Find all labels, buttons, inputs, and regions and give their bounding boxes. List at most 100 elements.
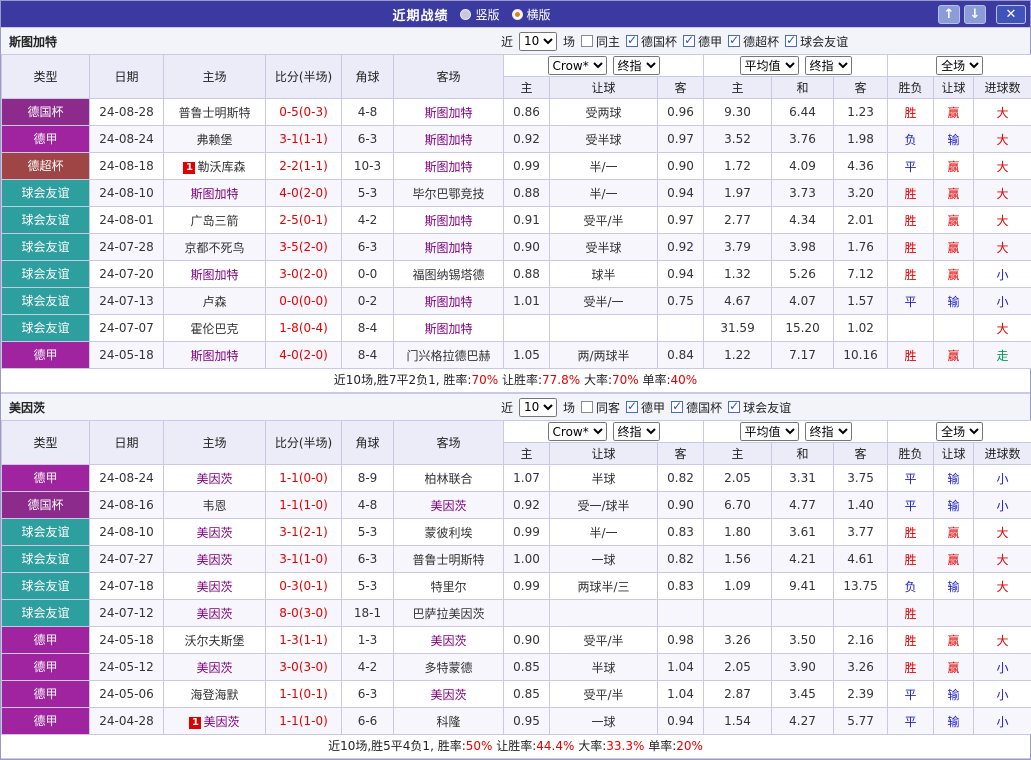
date-cell: 24-08-24: [90, 465, 164, 492]
corners-cell: 4-8: [342, 492, 394, 519]
average-odds-cell: 2.87: [704, 681, 772, 708]
odds-source-select[interactable]: 终指: [613, 56, 660, 75]
away-team-name: 毕尔巴鄂竞技: [412, 187, 484, 201]
away-team-cell: 斯图加特: [394, 207, 504, 234]
layout-radio-vertical[interactable]: 竖版: [460, 6, 499, 23]
result-cell: 大: [974, 519, 1031, 546]
corners-cell: 5-3: [342, 180, 394, 207]
league-filter-checkbox[interactable]: 球会友谊: [785, 33, 848, 50]
handicap-odds-cell: 受一/球半: [550, 492, 658, 519]
handicap-odds-cell: 半/一: [550, 180, 658, 207]
summary-text: 40%: [671, 373, 698, 387]
average-odds-cell: [704, 600, 772, 627]
match-count-select[interactable]: 10: [519, 32, 557, 51]
handicap-odds-cell: 0.94: [658, 708, 704, 735]
average-odds-cell: 13.75: [834, 573, 888, 600]
result-cell: 大: [974, 627, 1031, 654]
away-team-cell: 美因茨: [394, 492, 504, 519]
league-cell: 球会友谊: [2, 288, 90, 315]
away-team-name: 巴萨拉美因茨: [412, 607, 484, 621]
summary-text: 近10场,胜7平2负1, 胜率:: [334, 373, 472, 387]
average-odds-cell: 1.54: [704, 708, 772, 735]
match-count-select[interactable]: 10: [519, 398, 557, 417]
league-filter-checkbox[interactable]: 德超杯: [728, 33, 779, 50]
away-team-name: 柏林联合: [424, 472, 472, 486]
odds-group-header: 全场: [888, 421, 1031, 443]
away-team-name: 科隆: [436, 715, 460, 729]
odds-source-select[interactable]: 平均值: [740, 422, 799, 441]
average-odds-cell: 2.39: [834, 681, 888, 708]
odds-source-select[interactable]: Crow*: [548, 422, 607, 441]
result-cell: 走: [974, 342, 1031, 369]
recent-results-window: 近期战绩 竖版 横版 ↑ ↓ ✕ 斯图加特近10场同主德国杯德甲德超杯球会友谊类…: [0, 0, 1031, 760]
league-cell: 德甲: [2, 708, 90, 735]
checkbox-icon: [785, 35, 797, 47]
same-venue-checkbox[interactable]: 同客: [581, 399, 620, 416]
odds-source-select[interactable]: Crow*: [548, 56, 607, 75]
league-filter-checkbox[interactable]: 德甲: [683, 33, 722, 50]
home-team-name: 斯图加特: [190, 187, 238, 201]
league-badge: 球会友谊: [2, 600, 89, 626]
scroll-up-icon[interactable]: ↑: [938, 5, 960, 24]
checkbox-label: 德国杯: [641, 33, 677, 50]
layout-radio-horizontal[interactable]: 横版: [512, 6, 551, 23]
score-cell: 1-1(1-0): [266, 492, 342, 519]
handicap-odds-cell: 受半球: [550, 126, 658, 153]
odds-source-select[interactable]: 终指: [805, 422, 852, 441]
league-badge: 德甲: [2, 627, 89, 653]
result-cell: 平: [888, 492, 934, 519]
average-odds-cell: 1.98: [834, 126, 888, 153]
corners-cell: 10-3: [342, 153, 394, 180]
result-cell: 大: [974, 99, 1031, 126]
checkbox-icon: [626, 35, 638, 47]
odds-source-select[interactable]: 终指: [805, 56, 852, 75]
league-filter-checkbox[interactable]: 德国杯: [671, 399, 722, 416]
handicap-odds-cell: 0.90: [658, 492, 704, 519]
match-row: 德甲24-05-18斯图加特4-0(2-0)8-4门兴格拉德巴赫1.05两/两球…: [2, 342, 1031, 369]
average-odds-cell: 2.05: [704, 465, 772, 492]
handicap-odds-cell: 1.04: [658, 654, 704, 681]
average-odds-cell: 5.77: [834, 708, 888, 735]
checkbox-label: 德超杯: [743, 33, 779, 50]
result-cell: 小: [974, 708, 1031, 735]
scroll-down-icon[interactable]: ↓: [964, 5, 986, 24]
away-team-name: 美因茨: [430, 688, 466, 702]
home-team-cell: 斯图加特: [164, 342, 266, 369]
result-cell: 平: [888, 708, 934, 735]
odds-source-select[interactable]: 全场: [936, 422, 983, 441]
handicap-odds-cell: 半/一: [550, 519, 658, 546]
league-filter-checkbox[interactable]: 德甲: [626, 399, 665, 416]
average-odds-cell: 3.77: [834, 519, 888, 546]
subcolumn-header: 主: [504, 443, 550, 465]
subcolumn-header: 客: [658, 443, 704, 465]
result-cell: 负: [888, 126, 934, 153]
home-team-name: 美因茨: [196, 607, 232, 621]
date-cell: 24-07-07: [90, 315, 164, 342]
handicap-odds-cell: 0.83: [658, 573, 704, 600]
date-cell: 24-07-27: [90, 546, 164, 573]
handicap-odds-cell: 0.99: [504, 519, 550, 546]
result-cell: 输: [934, 492, 974, 519]
odds-source-select[interactable]: 平均值: [740, 56, 799, 75]
home-team-cell: 美因茨: [164, 654, 266, 681]
average-odds-cell: 2.05: [704, 654, 772, 681]
filter-suffix: 场: [563, 399, 575, 416]
odds-source-select[interactable]: 终指: [613, 422, 660, 441]
league-filter-checkbox[interactable]: 德国杯: [626, 33, 677, 50]
date-cell: 24-08-18: [90, 153, 164, 180]
handicap-odds-cell: 0.88: [504, 180, 550, 207]
average-odds-cell: 3.79: [704, 234, 772, 261]
match-row: 德超杯24-08-181勒沃库森2-2(1-1)10-3斯图加特0.99半/一0…: [2, 153, 1031, 180]
checkbox-label: 球会友谊: [800, 33, 848, 50]
away-team-cell: 柏林联合: [394, 465, 504, 492]
league-cell: 球会友谊: [2, 573, 90, 600]
league-badge: 球会友谊: [2, 234, 89, 260]
checkbox-icon: [671, 401, 683, 413]
home-team-cell: 海登海默: [164, 681, 266, 708]
league-filter-checkbox[interactable]: 球会友谊: [728, 399, 791, 416]
close-icon[interactable]: ✕: [996, 5, 1026, 24]
same-venue-checkbox[interactable]: 同主: [581, 33, 620, 50]
average-odds-cell: 9.41: [772, 573, 834, 600]
odds-source-select[interactable]: 全场: [936, 56, 983, 75]
result-cell: 胜: [888, 654, 934, 681]
